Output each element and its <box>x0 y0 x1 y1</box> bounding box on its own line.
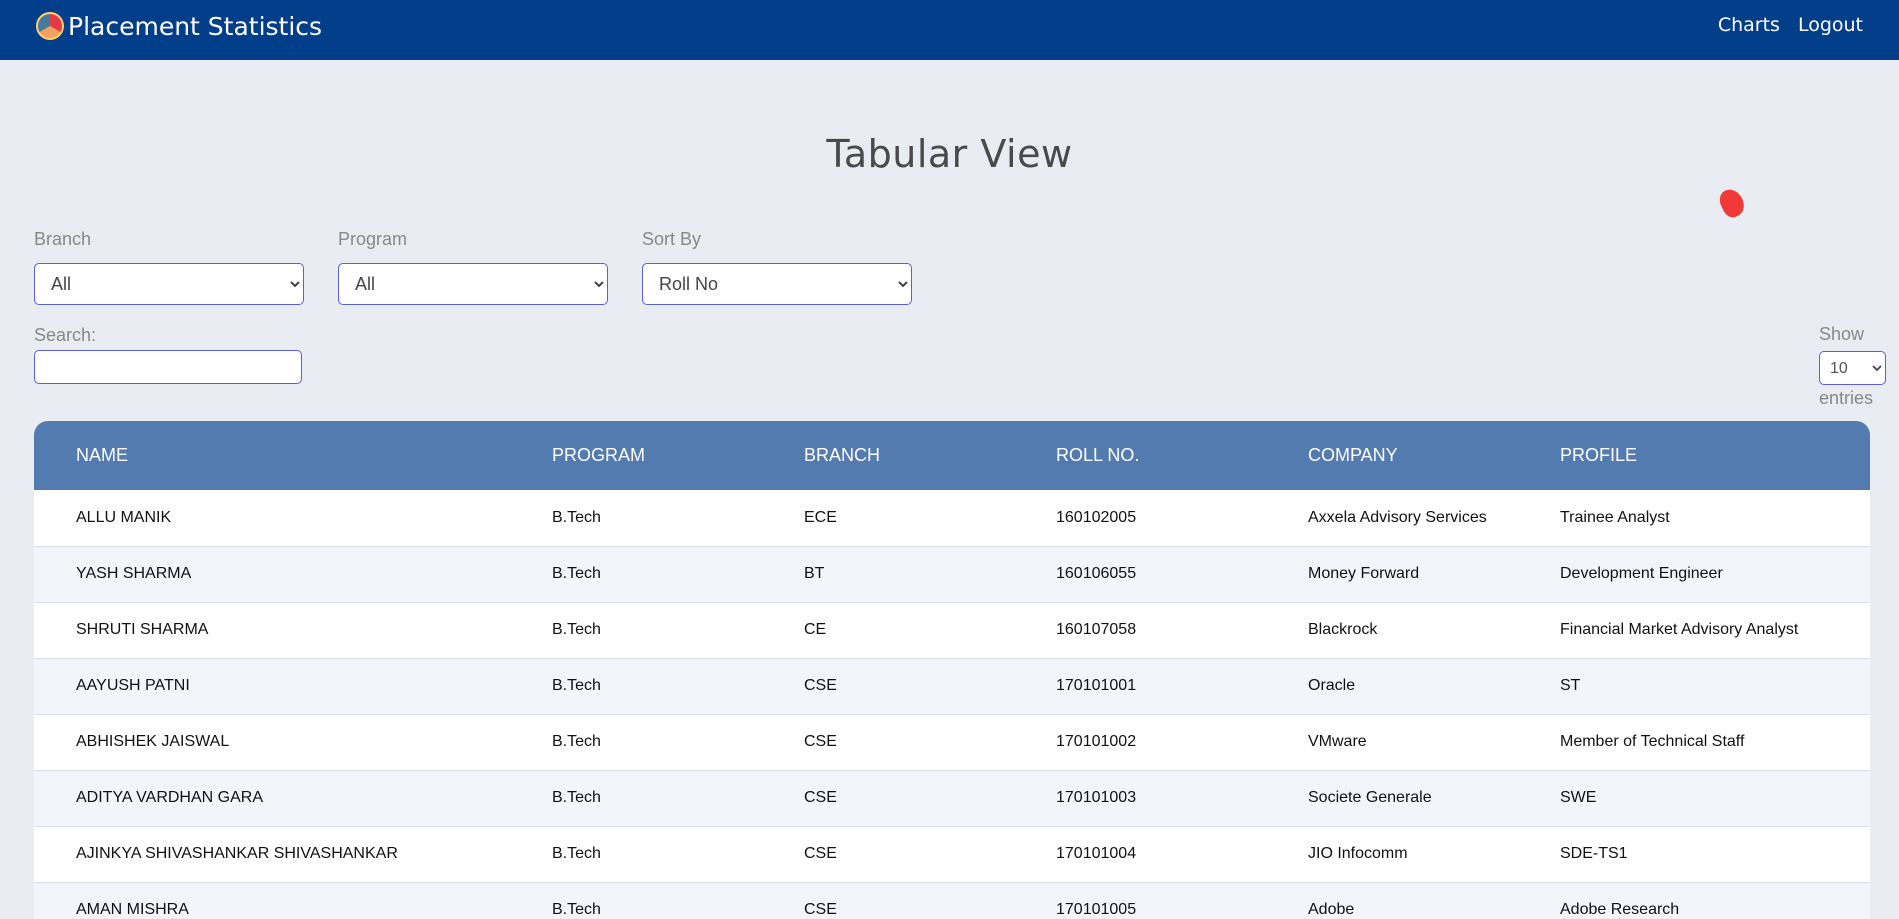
cell-branch: CSE <box>804 733 837 750</box>
cell-roll-no: 170101004 <box>1056 845 1137 862</box>
cell-profile: Development Engineer <box>1560 565 1723 582</box>
institute-logo-icon <box>36 12 64 40</box>
table-row: ABHISHEK JAISWAL B.Tech CSE 170101002 VM… <box>34 714 1870 770</box>
table-row: AMAN MISHRA B.Tech CSE 170101005 Adobe A… <box>34 882 1870 919</box>
cell-company: Oracle <box>1308 677 1356 694</box>
cell-name: AMAN MISHRA <box>76 901 189 918</box>
cell-name: AJINKYA SHIVASHANKAR SHIVASHANKAR <box>76 845 398 862</box>
column-header-profile[interactable]: PROFILE <box>1560 421 1870 490</box>
cell-profile: Trainee Analyst <box>1560 508 1670 526</box>
cursor-marker <box>1716 185 1748 221</box>
program-filter-select[interactable]: All <box>338 263 608 305</box>
entries-label: entries <box>1819 388 1874 408</box>
cell-company: JIO Infocomm <box>1308 845 1408 862</box>
column-header-roll-no[interactable]: ROLL NO. <box>1056 421 1308 490</box>
cell-company: VMware <box>1308 733 1367 750</box>
page-title: Tabular View <box>826 132 1073 176</box>
cell-branch: CSE <box>804 789 837 806</box>
cell-name: SHRUTI SHARMA <box>76 621 209 638</box>
cell-company: Axxela Advisory Services <box>1308 508 1487 526</box>
cell-profile: SDE-TS1 <box>1560 845 1628 862</box>
cell-profile: Member of Technical Staff <box>1560 733 1745 750</box>
column-header-company[interactable]: COMPANY <box>1308 421 1560 490</box>
cell-program: B.Tech <box>552 565 601 582</box>
cell-program: B.Tech <box>552 677 601 694</box>
branch-filter-select[interactable]: All <box>34 263 304 305</box>
column-header-branch[interactable]: BRANCH <box>804 421 1056 490</box>
cell-program: B.Tech <box>552 845 601 862</box>
sort-by-label: Sort By <box>642 229 702 249</box>
search-label: Search: <box>34 325 97 345</box>
cell-company: Money Forward <box>1308 565 1420 582</box>
table-row: AAYUSH PATNI B.Tech CSE 170101001 Oracle… <box>34 658 1870 714</box>
cell-name: ABHISHEK JAISWAL <box>76 733 230 750</box>
table-row: AJINKYA SHIVASHANKAR SHIVASHANKAR B.Tech… <box>34 826 1870 882</box>
table-header-row: NAME PROGRAM BRANCH ROLL NO. COMPANY PRO… <box>34 421 1870 490</box>
cell-branch: CSE <box>804 845 837 862</box>
branch-filter-label: Branch <box>34 229 92 249</box>
cell-branch: BT <box>804 565 825 582</box>
cell-roll-no: 170101003 <box>1056 789 1137 806</box>
cell-program: B.Tech <box>552 733 601 750</box>
cell-roll-no: 170101001 <box>1056 677 1137 694</box>
table-row: ALLU MANIK B.Tech ECE 160102005 Axxela A… <box>34 490 1870 546</box>
sort-by-select[interactable]: Roll No <box>642 263 912 305</box>
placement-table-container: NAME PROGRAM BRANCH ROLL NO. COMPANY PRO… <box>34 421 1870 919</box>
top-navbar: Placement Statistics Charts Logout <box>0 0 1899 60</box>
table-row: ADITYA VARDHAN GARA B.Tech CSE 170101003… <box>34 770 1870 826</box>
cell-company: Blackrock <box>1308 621 1378 638</box>
nav-link-logout[interactable]: Logout <box>1798 14 1863 36</box>
brand-title: Placement Statistics <box>68 11 323 41</box>
placement-table: NAME PROGRAM BRANCH ROLL NO. COMPANY PRO… <box>34 421 1870 919</box>
cell-roll-no: 160102005 <box>1056 508 1137 526</box>
cell-branch: ECE <box>804 508 837 526</box>
cell-name: YASH SHARMA <box>76 565 192 582</box>
cell-roll-no: 160106055 <box>1056 565 1137 582</box>
table-row: SHRUTI SHARMA B.Tech CE 160107058 Blackr… <box>34 602 1870 658</box>
cell-program: B.Tech <box>552 789 601 806</box>
cell-branch: CE <box>804 621 827 638</box>
search-input[interactable] <box>34 350 302 384</box>
cell-profile: ST <box>1560 677 1581 694</box>
table-row: YASH SHARMA B.Tech BT 160106055 Money Fo… <box>34 546 1870 602</box>
cell-roll-no: 170101002 <box>1056 733 1137 750</box>
cell-branch: CSE <box>804 677 837 694</box>
cell-company: Societe Generale <box>1308 789 1432 806</box>
cell-branch: CSE <box>804 901 837 918</box>
cell-program: B.Tech <box>552 901 601 918</box>
cell-name: ALLU MANIK <box>76 508 172 526</box>
cell-program: B.Tech <box>552 621 601 638</box>
brand-link[interactable]: Placement Statistics <box>36 11 322 41</box>
cell-profile: Financial Market Advisory Analyst <box>1560 621 1799 638</box>
cell-roll-no: 160107058 <box>1056 621 1137 638</box>
program-filter-label: Program <box>338 229 408 249</box>
cell-profile: SWE <box>1560 789 1597 806</box>
cell-roll-no: 170101005 <box>1056 901 1137 918</box>
column-header-program[interactable]: PROGRAM <box>552 421 804 490</box>
show-entries-label: Show <box>1819 324 1865 344</box>
cell-program: B.Tech <box>552 508 601 526</box>
nav-link-charts[interactable]: Charts <box>1718 14 1780 36</box>
nav-links: Charts Logout <box>1718 14 1863 36</box>
show-entries-select[interactable]: 10 <box>1819 351 1886 385</box>
cell-name: AAYUSH PATNI <box>76 677 190 694</box>
cell-name: ADITYA VARDHAN GARA <box>76 789 263 806</box>
cell-profile: Adobe Research <box>1560 901 1680 918</box>
column-header-name[interactable]: NAME <box>34 421 552 490</box>
cell-company: Adobe <box>1308 901 1355 918</box>
